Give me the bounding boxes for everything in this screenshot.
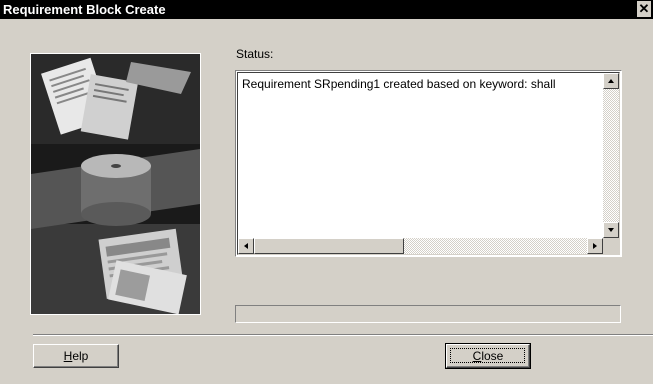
close-icon[interactable]: ✕ xyxy=(637,1,651,17)
close-button[interactable]: Close xyxy=(445,343,531,369)
divider xyxy=(33,334,653,336)
status-label: Status: xyxy=(236,47,274,61)
status-textarea[interactable]: Requirement SRpending1 created based on … xyxy=(235,70,622,257)
scrollbar-corner xyxy=(603,238,619,254)
help-button[interactable]: Help xyxy=(33,344,119,368)
progress-bar xyxy=(235,305,621,323)
arrow-right-icon[interactable] xyxy=(587,238,603,254)
vertical-scrollbar[interactable] xyxy=(603,73,619,238)
dialog-window: Requirement Block Create ✕ Status: Requi… xyxy=(0,0,653,384)
documents-and-disks-illustration xyxy=(31,54,200,314)
arrow-left-icon[interactable] xyxy=(238,238,254,254)
arrow-up-icon[interactable] xyxy=(603,73,619,89)
help-label: elp xyxy=(72,349,89,363)
horizontal-scrollbar[interactable] xyxy=(238,238,603,254)
status-text: Requirement SRpending1 created based on … xyxy=(242,77,556,91)
window-title: Requirement Block Create xyxy=(3,2,166,17)
title-bar[interactable]: Requirement Block Create ✕ xyxy=(0,0,653,19)
close-label: lose xyxy=(481,349,504,363)
illustration-image xyxy=(30,53,201,315)
arrow-down-icon[interactable] xyxy=(603,222,619,238)
horizontal-scroll-thumb[interactable] xyxy=(254,238,404,254)
